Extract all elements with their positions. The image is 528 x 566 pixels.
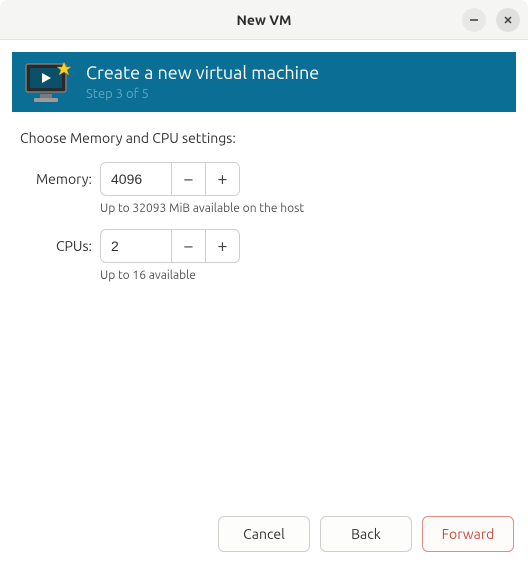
new-vm-icon [24,60,72,104]
minus-icon: − [183,169,193,189]
window-title: New VM [236,12,291,28]
cpus-label: CPUs: [20,238,92,254]
window-controls [462,8,520,32]
plus-icon: + [217,169,227,189]
cpus-decrement-button[interactable]: − [171,230,205,262]
memory-label: Memory: [20,171,92,187]
cpus-hint: Up to 16 available [100,269,508,282]
cancel-button[interactable]: Cancel [218,516,310,552]
forward-button[interactable]: Forward [422,516,514,552]
cpus-row: CPUs: − + [20,229,508,263]
cancel-label: Cancel [243,526,285,542]
forward-label: Forward [442,526,495,542]
memory-decrement-button[interactable]: − [171,163,205,195]
memory-row: Memory: − + [20,162,508,196]
back-button[interactable]: Back [320,516,412,552]
form-heading: Choose Memory and CPU settings: [20,130,508,146]
form-area: Choose Memory and CPU settings: Memory: … [12,112,516,300]
cpus-increment-button[interactable]: + [205,230,239,262]
cpus-spinner: − + [100,229,240,263]
wizard-banner: Create a new virtual machine Step 3 of 5 [12,52,516,112]
cpus-input[interactable] [101,230,171,262]
dialog-buttons: Cancel Back Forward [218,516,514,552]
banner-text: Create a new virtual machine Step 3 of 5 [86,63,319,101]
minimize-button[interactable] [462,8,486,32]
close-icon [503,15,513,25]
banner-title: Create a new virtual machine [86,63,319,85]
close-button[interactable] [496,8,520,32]
back-label: Back [351,526,381,542]
banner-step: Step 3 of 5 [86,87,319,101]
minus-icon: − [183,236,193,256]
memory-increment-button[interactable]: + [205,163,239,195]
memory-hint: Up to 32093 MiB available on the host [100,202,508,215]
titlebar: New VM [0,0,528,40]
plus-icon: + [217,236,227,256]
memory-spinner: − + [100,162,240,196]
content: Create a new virtual machine Step 3 of 5… [0,40,528,312]
minimize-icon [469,15,479,25]
memory-input[interactable] [101,163,171,195]
